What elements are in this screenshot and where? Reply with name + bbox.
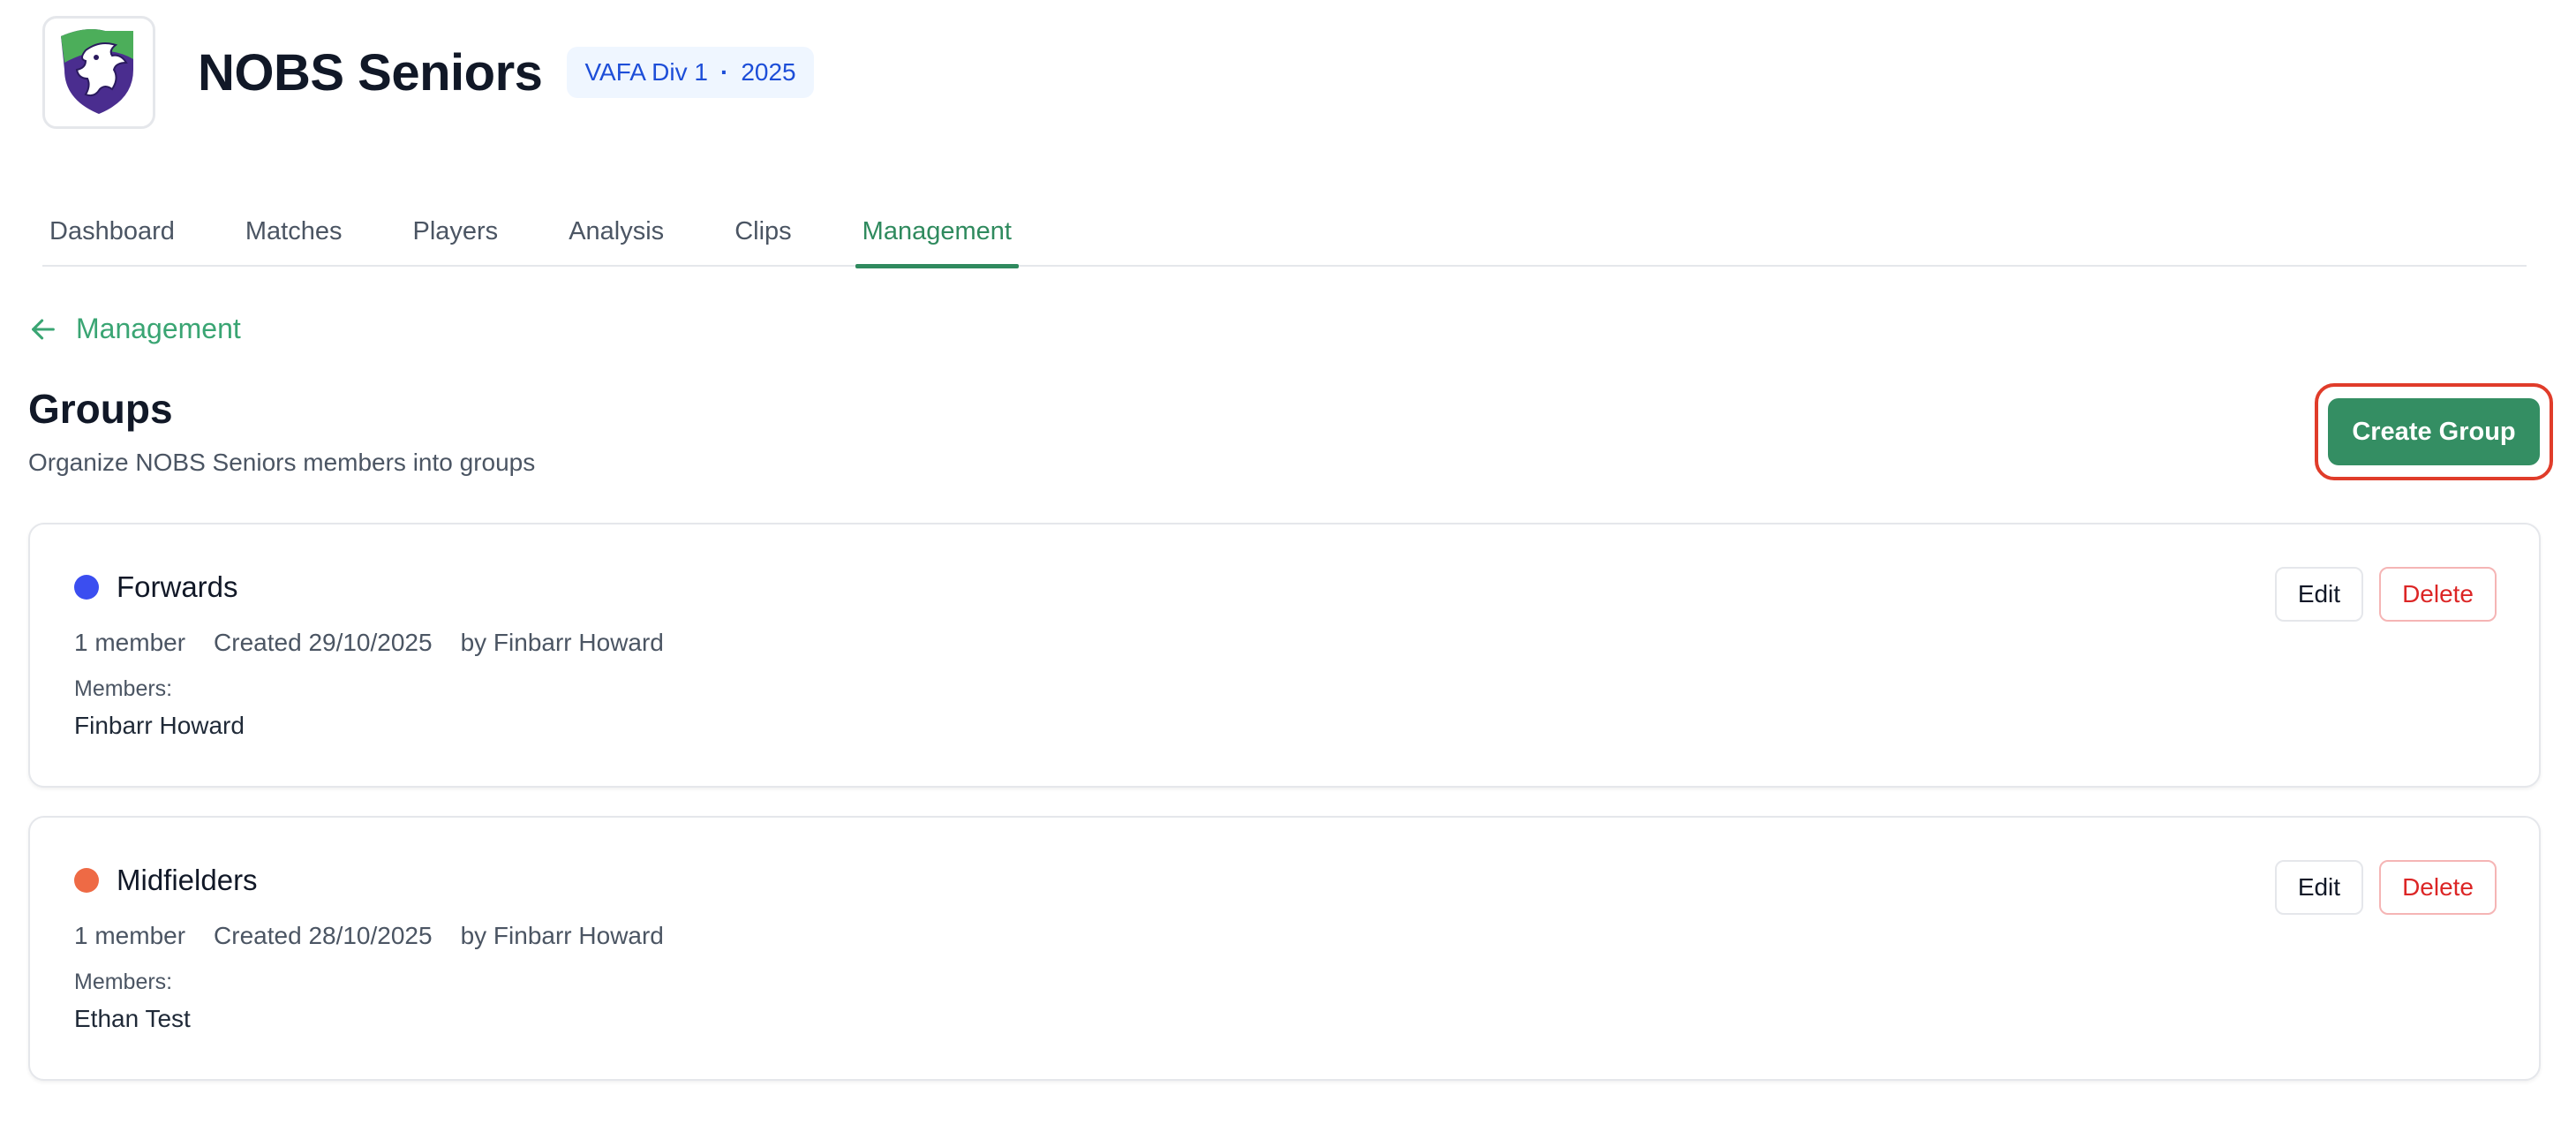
- league-name: VAFA Div 1: [584, 58, 708, 86]
- created-by: by Finbarr Howard: [460, 922, 664, 949]
- team-header: NOBS Seniors VAFA Div 1 · 2025: [42, 16, 814, 129]
- edit-group-button[interactable]: Edit: [2274, 860, 2364, 915]
- group-color-dot: [74, 575, 99, 600]
- create-group-button[interactable]: Create Group: [2328, 398, 2540, 465]
- tab-analysis[interactable]: Analysis: [561, 201, 671, 267]
- group-actions: Edit Delete: [2274, 567, 2497, 622]
- tab-players[interactable]: Players: [405, 201, 505, 267]
- team-name: NOBS Seniors: [198, 43, 543, 102]
- group-card: Midfielders 1 member Created 28/10/2025 …: [28, 816, 2541, 1081]
- group-meta: 1 member Created 28/10/2025 by Finbarr H…: [74, 922, 664, 950]
- group-actions: Edit Delete: [2274, 860, 2497, 915]
- group-name: Forwards: [117, 570, 238, 603]
- member-count: 1 member: [74, 629, 186, 656]
- main-tabs: Dashboard Matches Players Analysis Clips…: [42, 201, 2527, 268]
- group-name: Midfielders: [117, 864, 258, 896]
- delete-group-button[interactable]: Delete: [2379, 567, 2497, 622]
- page-title: Groups: [28, 386, 173, 432]
- member-count: 1 member: [74, 922, 186, 949]
- page-subtitle: Organize NOBS Seniors members into group…: [28, 449, 536, 476]
- created-by: by Finbarr Howard: [460, 629, 664, 656]
- tab-matches[interactable]: Matches: [238, 201, 350, 267]
- back-link-label: Management: [76, 313, 241, 344]
- members-list: Ethan Test: [74, 1005, 191, 1032]
- members-list: Finbarr Howard: [74, 712, 245, 739]
- tab-clips[interactable]: Clips: [727, 201, 798, 267]
- group-meta: 1 member Created 29/10/2025 by Finbarr H…: [74, 629, 664, 657]
- back-link[interactable]: Management: [28, 313, 241, 345]
- group-name-row: Forwards: [74, 570, 238, 604]
- season-year: 2025: [741, 58, 796, 86]
- arrow-left-icon: [32, 319, 55, 339]
- team-logo: [42, 16, 155, 129]
- edit-group-button[interactable]: Edit: [2274, 567, 2364, 622]
- members-label: Members:: [74, 970, 173, 994]
- group-name-row: Midfielders: [74, 864, 258, 897]
- badge-separator: ·: [719, 58, 729, 86]
- created-date: Created 29/10/2025: [214, 629, 433, 656]
- group-card: Forwards 1 member Created 29/10/2025 by …: [28, 523, 2541, 788]
- tab-management[interactable]: Management: [855, 201, 1020, 268]
- members-label: Members:: [74, 676, 173, 701]
- delete-group-button[interactable]: Delete: [2379, 860, 2497, 915]
- created-date: Created 28/10/2025: [214, 922, 433, 949]
- create-group-highlight: Create Group: [2315, 383, 2553, 480]
- griffin-shield-icon: [61, 29, 133, 114]
- tab-dashboard[interactable]: Dashboard: [42, 201, 182, 267]
- league-badge: VAFA Div 1 · 2025: [567, 47, 814, 98]
- group-color-dot: [74, 868, 99, 893]
